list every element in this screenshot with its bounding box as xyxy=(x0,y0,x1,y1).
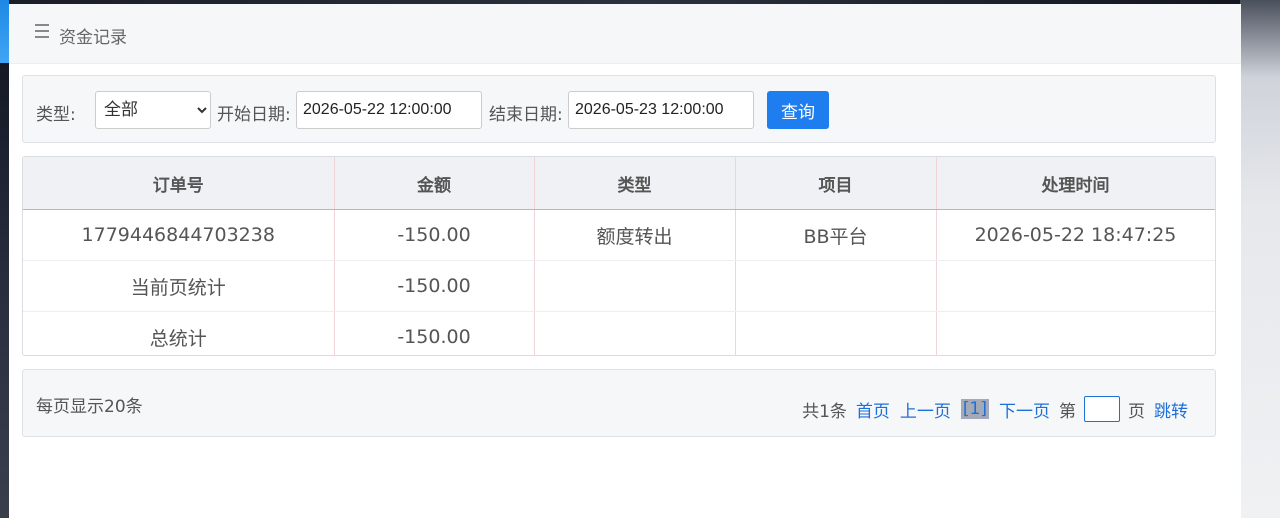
start-date-label: 开始日期: xyxy=(217,105,291,125)
page-title: 资金记录 xyxy=(59,28,127,48)
page-header: 资金记录 xyxy=(9,4,1241,64)
end-date-label: 结束日期: xyxy=(489,105,563,125)
cell-total-amount: -150.00 xyxy=(334,311,535,355)
column-header-type: 类型 xyxy=(534,157,736,210)
page-number-input[interactable] xyxy=(1084,396,1120,422)
cell-empty xyxy=(936,311,1215,355)
end-date-input[interactable] xyxy=(568,91,754,129)
filter-bar: 类型: 全部 开始日期: 结束日期: 查询 xyxy=(22,75,1216,143)
type-label: 类型: xyxy=(36,105,76,125)
per-page-text: 每页显示20条 xyxy=(36,397,143,417)
prev-page-link[interactable]: 上一页 xyxy=(900,397,951,422)
main-panel: 资金记录 类型: 全部 开始日期: 结束日期: 查询 订单号 金额 类型 项目 … xyxy=(9,4,1241,518)
pagination: 共1条 首页 上一页 [1] 下一页 第 页 跳转 xyxy=(798,396,1193,422)
cell-empty xyxy=(735,260,937,312)
cell-time: 2026-05-22 18:47:25 xyxy=(936,209,1215,261)
start-date-input[interactable] xyxy=(296,91,482,129)
cell-empty xyxy=(735,311,937,355)
cell-order-no: 1779446844703238 xyxy=(23,209,335,261)
cell-empty xyxy=(534,260,736,312)
type-select[interactable]: 全部 xyxy=(95,91,211,129)
records-table: 订单号 金额 类型 项目 处理时间 1779446844703238 -150.… xyxy=(22,156,1216,356)
cell-total-label: 总统计 xyxy=(23,311,335,355)
table-row-total-summary: 总统计 -150.00 xyxy=(23,311,1215,355)
column-header-project: 项目 xyxy=(735,157,937,210)
pagination-bar: 每页显示20条 共1条 首页 上一页 [1] 下一页 第 页 跳转 xyxy=(22,369,1216,437)
cell-empty xyxy=(534,311,736,355)
next-page-link[interactable]: 下一页 xyxy=(999,397,1050,422)
first-page-link[interactable]: 首页 xyxy=(856,397,890,422)
jump-link[interactable]: 跳转 xyxy=(1154,397,1188,422)
page-prefix: 第 xyxy=(1059,401,1076,422)
column-header-amount: 金额 xyxy=(334,157,535,210)
background-right xyxy=(1240,0,1280,518)
current-page[interactable]: [1] xyxy=(960,399,989,419)
query-button[interactable]: 查询 xyxy=(767,91,829,129)
table-row-page-summary: 当前页统计 -150.00 xyxy=(23,260,1215,312)
cell-project: BB平台 xyxy=(735,209,937,261)
column-header-time: 处理时间 xyxy=(936,157,1215,210)
cell-type: 额度转出 xyxy=(534,209,736,261)
page-suffix: 页 xyxy=(1128,401,1145,422)
table-row: 1779446844703238 -150.00 额度转出 BB平台 2026-… xyxy=(23,209,1215,261)
cell-amount: -150.00 xyxy=(334,209,535,261)
cell-summary-label: 当前页统计 xyxy=(23,260,335,312)
menu-icon[interactable] xyxy=(35,24,49,38)
cell-empty xyxy=(936,260,1215,312)
cell-summary-amount: -150.00 xyxy=(334,260,535,312)
accent-bar xyxy=(0,0,9,63)
total-count: 共1条 xyxy=(802,401,847,422)
table-header-row: 订单号 金额 类型 项目 处理时间 xyxy=(23,157,1215,210)
column-header-order-no: 订单号 xyxy=(23,157,335,210)
